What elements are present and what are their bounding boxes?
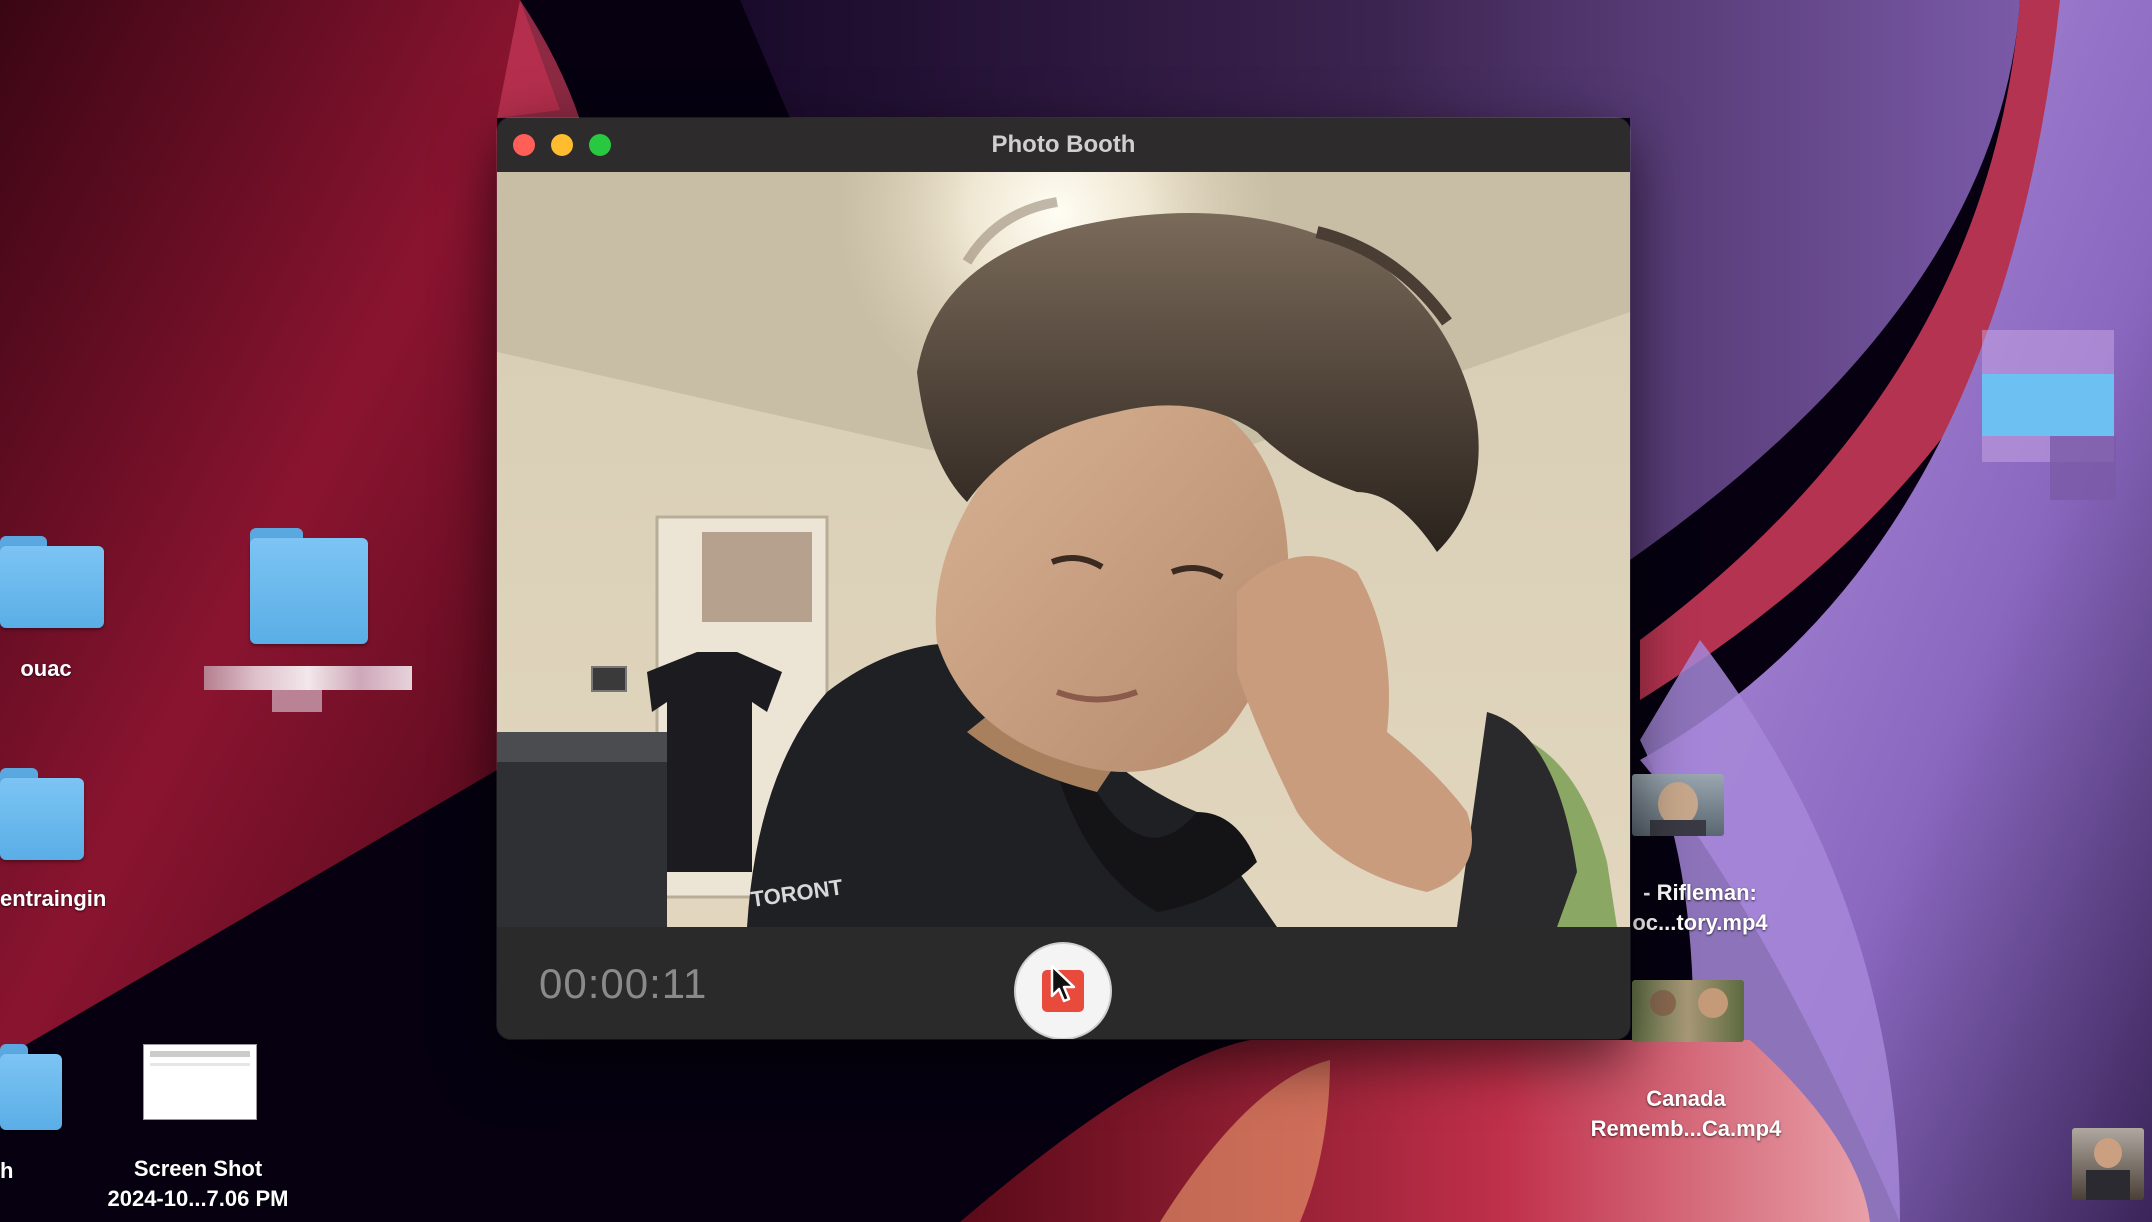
desktop-item-label[interactable]: ouac <box>0 654 92 684</box>
desktop-item-label[interactable]: h <box>0 1156 20 1186</box>
desktop-item-label[interactable]: Canada Rememb...Ca.mp4 <box>1560 1084 1812 1144</box>
desktop-item-label-line2: oc...tory.mp4 <box>1632 910 1768 935</box>
camera-preview: TORONT <box>497 172 1630 927</box>
mouse-pointer-icon <box>1050 964 1076 1003</box>
redacted-icon <box>1982 374 2114 436</box>
desktop-item-label-line2: 2024-10...7.06 PM <box>107 1186 289 1211</box>
desktop-item-label-line1: - Rifleman: <box>1643 880 1757 905</box>
screenshot-file-thumbnail[interactable] <box>143 1044 257 1120</box>
title-bar[interactable]: Photo Booth <box>497 118 1630 173</box>
window-title: Photo Booth <box>991 131 1136 158</box>
folder-icon[interactable] <box>250 528 368 644</box>
desktop-item-label[interactable]: - Rifleman: oc...tory.mp4 <box>1600 878 1800 938</box>
recording-timer: 00:00:11 <box>539 960 708 1007</box>
redacted-icon <box>2050 436 2116 500</box>
video-thumbnail[interactable] <box>1632 980 1744 1042</box>
avatar <box>2072 1128 2144 1200</box>
redacted-label <box>204 666 412 690</box>
desktop-item-label-line1: Canada <box>1646 1086 1726 1111</box>
desktop-item-label-line1: Screen Shot <box>133 1156 263 1181</box>
video-thumbnail[interactable] <box>1632 774 1724 836</box>
desktop-item-label[interactable]: entraingin <box>0 884 108 914</box>
control-bar: 00:00:11 <box>497 927 1630 1039</box>
folder-icon[interactable] <box>0 1044 62 1130</box>
folder-icon[interactable] <box>0 536 104 628</box>
desktop-item-label-line2: Rememb...Ca.mp4 <box>1590 1116 1782 1141</box>
desktop-item-label[interactable]: Screen Shot 2024-10...7.06 PM <box>80 1154 316 1214</box>
photo-booth-window: Photo Booth TORONT 00:00:11 <box>497 118 1630 1039</box>
folder-icon[interactable] <box>0 768 84 860</box>
redacted-label <box>272 690 322 712</box>
